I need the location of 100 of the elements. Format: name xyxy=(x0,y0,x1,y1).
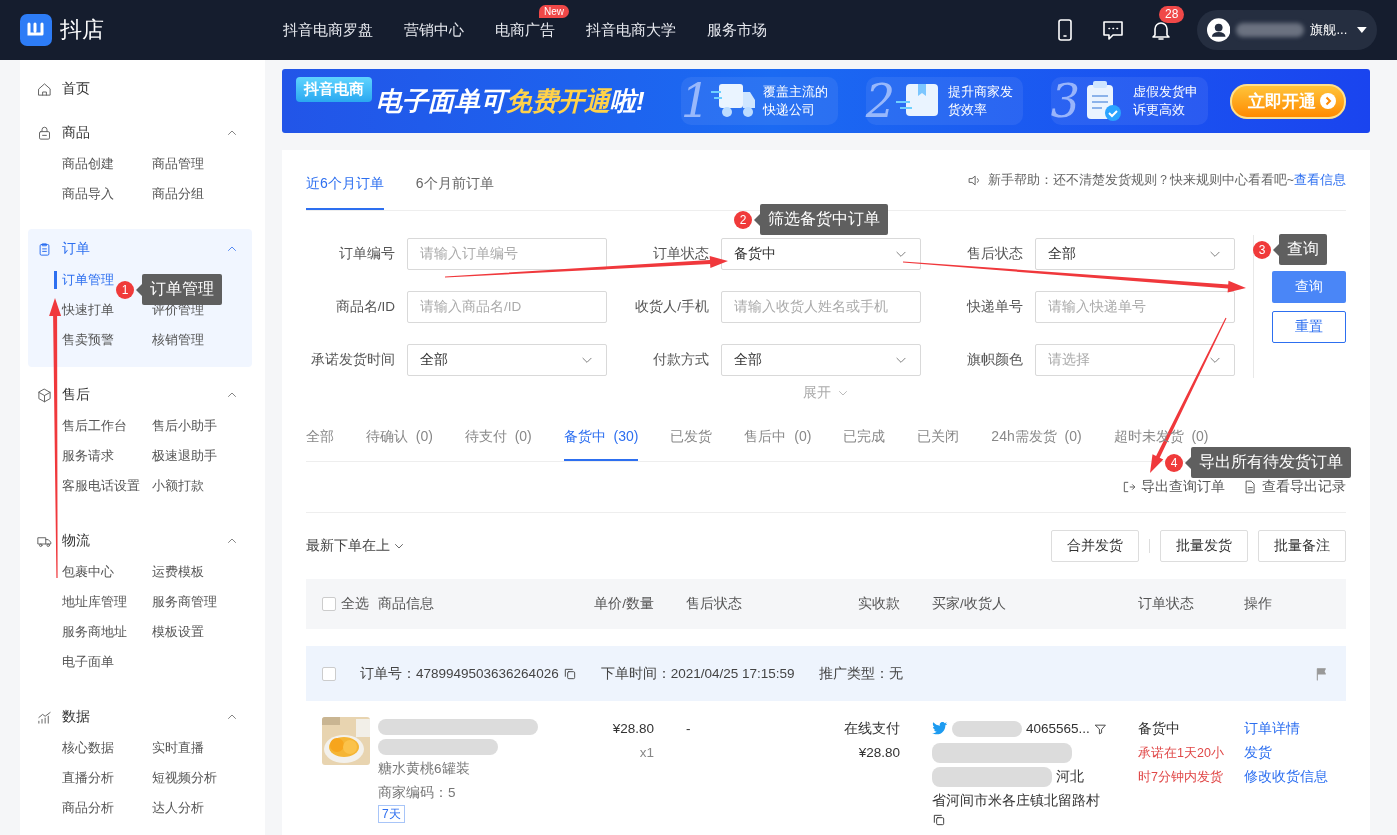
status-tab[interactable]: 全部 xyxy=(306,427,334,445)
bird-icon xyxy=(932,722,948,736)
sidebar-group[interactable]: 数据 xyxy=(28,701,252,733)
filter-label: 承诺发货时间 xyxy=(310,350,395,369)
sidebar-item[interactable]: 客服电话设置 xyxy=(62,477,140,495)
sidebar-group[interactable]: 首页 xyxy=(28,73,252,105)
sidebar-item[interactable]: 小额打款 xyxy=(152,477,204,495)
sidebar-item[interactable]: 服务请求 xyxy=(62,447,114,465)
batch-button[interactable]: 批量发货 xyxy=(1160,530,1248,562)
callout-label: 筛选备货中订单 xyxy=(754,204,888,235)
order-action-link[interactable]: 订单详情 xyxy=(1244,717,1346,741)
callout-label: 查询 xyxy=(1273,234,1327,265)
shipping-deadline: 承诺在1天20小时7分钟内发货 xyxy=(1138,745,1225,786)
user-menu[interactable]: 旗舰... xyxy=(1197,10,1377,50)
batch-button[interactable]: 合并发货 xyxy=(1051,530,1139,562)
document-icon xyxy=(1243,480,1257,494)
nav-link[interactable]: 电商广告 xyxy=(495,20,555,38)
callout-label: 导出所有待发货订单 xyxy=(1185,447,1351,478)
sidebar-item[interactable]: 短视频分析 xyxy=(152,769,217,787)
sidebar-item[interactable]: 核心数据 xyxy=(62,739,114,757)
sidebar-item[interactable]: 商品管理 xyxy=(152,155,204,173)
column-header: 买家/收货人 xyxy=(932,595,1007,613)
input-field[interactable]: 请输入收货人姓名或手机 xyxy=(721,290,921,323)
sidebar-group[interactable]: 售后 xyxy=(28,379,252,411)
order-action-link[interactable]: 修改收货信息 xyxy=(1244,765,1346,789)
sidebar-item[interactable]: 地址库管理 xyxy=(62,593,127,611)
status-tab[interactable]: 备货中 (30) xyxy=(563,427,639,445)
banner-step: 3 虚假发货申诉更高效 xyxy=(1050,77,1208,125)
sidebar-item[interactable]: 达人分析 xyxy=(152,799,204,817)
column-header: 售后状态 xyxy=(686,595,743,613)
status-tab[interactable]: 已完成 xyxy=(843,427,886,445)
status-tab[interactable]: 售后中 (0) xyxy=(744,427,812,445)
sidebar-item[interactable]: 售后小助手 xyxy=(152,417,217,435)
sidebar-item[interactable]: 快速打单 xyxy=(62,301,114,319)
filter-label: 订单编号 xyxy=(338,244,395,263)
banner-step: 2 提升商家发货效率 xyxy=(865,77,1023,125)
status-tab[interactable]: 已发货 xyxy=(670,427,713,445)
nav-link[interactable]: 抖音电商罗盘 xyxy=(283,20,373,38)
sidebar-item[interactable]: 商品分组 xyxy=(152,185,204,203)
filter-label: 收货人/手机 xyxy=(634,297,709,316)
input-field[interactable]: 请输入订单编号 xyxy=(407,237,607,270)
promo-banner[interactable]: 抖音电商 电子面单可免费开通啦! 1 覆盖主流的快递公司 2 提升商家发货效率 3 虚假发货申诉更高效 立即开通 xyxy=(282,69,1370,133)
select-field[interactable]: 备货中 xyxy=(721,237,921,270)
select-field[interactable]: 全部 xyxy=(1035,237,1235,270)
sidebar-group[interactable]: 商品 xyxy=(28,117,252,149)
sidebar-item[interactable]: 直播分析 xyxy=(62,769,114,787)
sidebar-item[interactable]: 售卖预警 xyxy=(62,331,114,349)
sidebar-item[interactable]: 实时直播 xyxy=(152,739,204,757)
export-link[interactable]: 查看导出记录 xyxy=(1243,478,1346,496)
nav-link[interactable]: 营销中心 xyxy=(404,20,464,38)
sidebar-item[interactable]: 商品分析 xyxy=(62,799,114,817)
export-link[interactable]: 导出查询订单 xyxy=(1122,478,1225,496)
sidebar-item[interactable]: 商品导入 xyxy=(62,185,114,203)
sidebar-item[interactable]: 核销管理 xyxy=(152,331,204,349)
status-tab[interactable]: 已关闭 xyxy=(917,427,960,445)
sidebar-item[interactable]: 极速退助手 xyxy=(152,447,217,465)
order-action-link[interactable]: 发货 xyxy=(1244,741,1346,765)
filter-label: 订单状态 xyxy=(652,244,709,263)
range-tab[interactable]: 近6个月订单 xyxy=(306,150,384,210)
sidebar-item[interactable]: 包裹中心 xyxy=(62,563,114,581)
callout-label: 订单管理 xyxy=(136,274,222,305)
payment-method: 在线支付 xyxy=(843,720,900,738)
sidebar-item[interactable]: 服务商地址 xyxy=(62,623,127,641)
filter-label: 旗帜颜色 xyxy=(966,350,1023,369)
nav-link[interactable]: 抖音电商大学 xyxy=(586,20,676,38)
sidebar-item[interactable]: 售后工作台 xyxy=(62,417,127,435)
sidebar-item[interactable]: 订单管理 xyxy=(54,271,114,289)
banner-title: 电子面单可免费开通啦! xyxy=(376,84,645,118)
checkbox[interactable] xyxy=(322,666,336,681)
sidebar-group[interactable]: 订单 xyxy=(28,233,252,265)
select-field[interactable]: 全部 xyxy=(721,343,921,376)
chevron-circle-icon xyxy=(1320,93,1336,109)
redacted-text xyxy=(952,721,1022,737)
copy-icon xyxy=(932,813,946,827)
status-tab[interactable]: 待支付 (0) xyxy=(464,427,532,445)
help-link[interactable]: 查看信息 xyxy=(1294,172,1346,187)
sidebar-group[interactable]: 物流 xyxy=(28,525,252,557)
order-time: 下单时间：2021/04/25 17:15:59 xyxy=(600,664,795,683)
select-field[interactable]: 全部 xyxy=(407,343,607,376)
sidebar-item[interactable]: 电子面单 xyxy=(62,653,114,671)
banner-tag: 抖音电商 xyxy=(296,77,372,102)
checkbox[interactable] xyxy=(322,597,336,611)
clipboard-icon xyxy=(37,241,52,257)
copy-icon xyxy=(562,666,577,681)
sidebar-item[interactable]: 商品创建 xyxy=(62,155,114,173)
sidebar-item[interactable]: 模板设置 xyxy=(152,623,204,641)
status-tab[interactable]: 24h需发货 (0) xyxy=(991,427,1082,445)
status-tab[interactable]: 待确认 (0) xyxy=(366,427,433,445)
product-code: 商家编码：5 xyxy=(378,784,457,802)
input-field[interactable]: 请输入快递单号 xyxy=(1035,290,1235,323)
sidebar-item[interactable]: 运费模板 xyxy=(152,563,204,581)
input-field[interactable]: 请输入商品名/ID xyxy=(407,290,607,323)
reset-button[interactable]: 重置 xyxy=(1272,310,1346,343)
sidebar-item[interactable]: 服务商管理 xyxy=(152,593,217,611)
filter-label: 商品名/ID xyxy=(334,297,395,316)
range-tab[interactable]: 6个月前订单 xyxy=(415,150,494,210)
return-policy-tag: 7天 xyxy=(378,805,405,823)
nav-link[interactable]: 服务市场 xyxy=(707,20,767,38)
batch-button[interactable]: 批量备注 xyxy=(1258,530,1346,562)
sort-dropdown[interactable]: 最新下单在上 xyxy=(306,537,405,555)
